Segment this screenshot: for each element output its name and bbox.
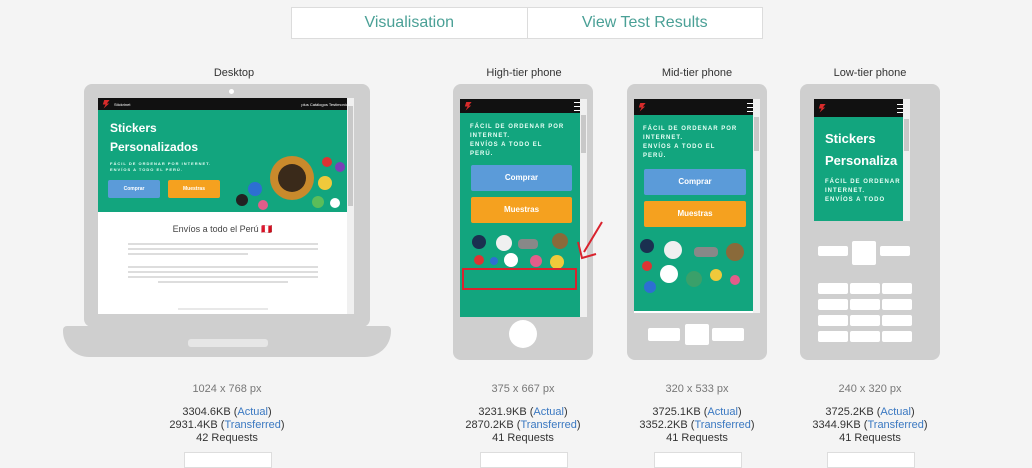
actual-link[interactable]: Actual xyxy=(237,406,268,418)
desktop-action-box[interactable] xyxy=(184,452,272,468)
highlight-box xyxy=(462,268,577,290)
request-count: 41 Requests xyxy=(839,432,901,444)
transferred-link[interactable]: Transferred xyxy=(867,419,923,431)
resolution: 1024 x 768 px xyxy=(192,383,262,395)
resolution: 375 x 667 px xyxy=(491,383,555,395)
tagline-line3: ENVÍOS A TODO xyxy=(825,197,886,203)
actual-size: 3725.1KB xyxy=(652,406,701,418)
high-tier-action-box[interactable] xyxy=(480,452,568,468)
samples-button[interactable]: Muestras xyxy=(644,201,746,227)
transferred-link[interactable]: Transferred xyxy=(694,419,750,431)
transferred-size: 2870.2KB xyxy=(465,419,514,431)
view-tabs: Visualisation View Test Results xyxy=(291,7,763,39)
red-arrow-annotation xyxy=(577,221,603,260)
resolution: 240 x 320 px xyxy=(838,383,902,395)
site-nav xyxy=(460,99,587,113)
site-nav xyxy=(814,99,910,117)
transferred-link[interactable]: Transferred xyxy=(520,419,576,431)
tagline-line1: FÁCIL DE ORDENAR POR xyxy=(643,126,738,132)
tagline-line2: INTERNET. xyxy=(470,133,511,139)
actual-size: 3725.2KB xyxy=(825,406,874,418)
high-tier-scrollbar[interactable] xyxy=(580,99,587,317)
site-logo-icon xyxy=(818,103,826,113)
buy-button[interactable]: Comprar xyxy=(471,165,572,191)
tagline-line3: ENVÍOS A TODO EL xyxy=(643,144,716,150)
low-tier-hero: Stickers Personaliza FÁCIL DE ORDENAR PO… xyxy=(814,117,903,221)
actual-size: 3304.6KB xyxy=(182,406,231,418)
actual-size: 3231.9KB xyxy=(478,406,527,418)
low-tier-metrics: 240 x 320 px 3725.2KB (Actual) 3344.9KB … xyxy=(800,383,940,445)
transferred-size: 2931.4KB xyxy=(169,419,218,431)
mid-tier-metrics: 320 x 533 px 3725.1KB (Actual) 3352.2KB … xyxy=(627,383,767,445)
hero-title-line1: Stickers xyxy=(825,131,876,146)
high-tier-metrics: 375 x 667 px 3231.9KB (Actual) 2870.2KB … xyxy=(453,383,593,445)
actual-link[interactable]: Actual xyxy=(533,406,564,418)
hero-title-line2: Personalizados xyxy=(110,140,199,154)
mid-tier-hero: FÁCIL DE ORDENAR POR INTERNET. ENVÍOS A … xyxy=(634,115,753,311)
camera-dot xyxy=(229,89,234,94)
transferred-size: 3352.2KB xyxy=(639,419,688,431)
buy-button[interactable]: Comprar xyxy=(108,180,160,198)
tagline-line1: FÁCIL DE ORDENAR POR xyxy=(470,124,565,130)
tagline-line4: PERÚ. xyxy=(643,153,667,159)
actual-link[interactable]: Actual xyxy=(880,406,911,418)
samples-button[interactable]: Muestras xyxy=(168,180,220,198)
site-logo-icon xyxy=(638,102,646,112)
device-label-low-tier: Low-tier phone xyxy=(833,67,907,79)
section-title: Envíos a todo el Perú 🇵🇪 xyxy=(172,224,273,234)
request-count: 41 Requests xyxy=(492,432,554,444)
hero-title-line1: Stickers xyxy=(110,121,157,135)
site-nav xyxy=(634,99,760,115)
site-logo-icon xyxy=(464,101,472,111)
transferred-size: 3344.9KB xyxy=(812,419,861,431)
tagline-line3: ENVÍOS A TODO EL xyxy=(470,142,543,148)
site-brand: Stickrinet xyxy=(114,101,131,107)
desktop-scrollbar[interactable] xyxy=(347,98,354,314)
transferred-link[interactable]: Transferred xyxy=(224,419,280,431)
low-tier-scrollbar[interactable] xyxy=(903,99,910,221)
tab-view-test-results[interactable]: View Test Results xyxy=(526,8,763,38)
tagline-line1: FÁCIL DE ORDENAR POR xyxy=(825,179,903,185)
mid-tier-screen: FÁCIL DE ORDENAR POR INTERNET. ENVÍOS A … xyxy=(634,99,760,313)
mid-tier-scrollbar[interactable] xyxy=(753,99,760,313)
site-logo-icon xyxy=(102,99,110,109)
device-label-high-tier: High-tier phone xyxy=(486,67,562,79)
trackpad-notch xyxy=(188,339,268,347)
tagline-line2: INTERNET. xyxy=(643,135,684,141)
site-nav: Stickrinet plus Catálogos Testimonios xyxy=(98,98,354,110)
hero-tagline: FÁCIL DE ORDENAR POR INTERNET. ENVÍOS A … xyxy=(110,161,212,172)
low-tier-action-box[interactable] xyxy=(827,452,915,468)
site-nav-links[interactable]: plus Catálogos Testimonios xyxy=(301,102,350,107)
request-count: 41 Requests xyxy=(666,432,728,444)
tab-visualisation[interactable]: Visualisation xyxy=(292,8,527,38)
high-tier-screen: FÁCIL DE ORDENAR POR INTERNET. ENVÍOS A … xyxy=(460,99,587,317)
device-label-mid-tier: Mid-tier phone xyxy=(661,67,733,79)
tagline-line4: PERÚ. xyxy=(470,151,494,157)
desktop-metrics: 1024 x 768 px 3304.6KB (Actual) 2931.4KB… xyxy=(157,383,297,445)
request-count: 42 Requests xyxy=(196,432,258,444)
actual-link[interactable]: Actual xyxy=(707,406,738,418)
low-tier-screen: Stickers Personaliza FÁCIL DE ORDENAR PO… xyxy=(814,99,910,221)
buy-button[interactable]: Comprar xyxy=(644,169,746,195)
desktop-hero: Stickers Personalizados FÁCIL DE ORDENAR… xyxy=(98,110,347,212)
tagline-line2: INTERNET. xyxy=(825,188,866,194)
resolution: 320 x 533 px xyxy=(665,383,729,395)
hero-title-line2: Personaliza xyxy=(825,153,898,168)
mid-tier-action-box[interactable] xyxy=(654,452,742,468)
desktop-screen: Stickrinet plus Catálogos Testimonios St… xyxy=(98,98,354,314)
samples-button[interactable]: Muestras xyxy=(471,197,572,223)
home-button xyxy=(509,320,537,348)
device-label-desktop: Desktop xyxy=(213,67,255,79)
